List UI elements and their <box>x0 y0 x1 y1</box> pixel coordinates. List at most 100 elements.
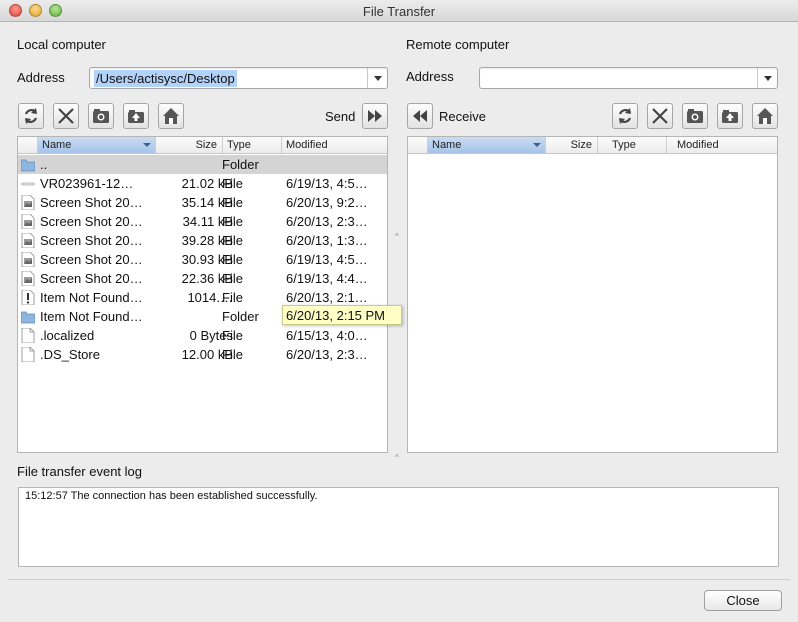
remote-list-header: Name Size Type Modified <box>408 137 777 154</box>
local-name-column-header[interactable]: Name <box>38 137 156 153</box>
remote-address-value[interactable] <box>484 70 488 87</box>
file-type: File <box>222 195 243 210</box>
footer-divider <box>8 579 790 580</box>
file-modified: 6/20/13, 1:3… <box>286 233 368 248</box>
refresh-icon <box>24 108 38 124</box>
new-folder-icon <box>687 109 703 123</box>
file-row[interactable]: Screen Shot 20… 35.14 kB File 6/20/13, 9:2… <box>18 193 387 212</box>
file-type: Folder <box>222 309 259 324</box>
file-row[interactable]: Screen Shot 20… 39.28 kB File 6/20/13, 1:3… <box>18 231 387 250</box>
receive-arrow-icon <box>413 110 427 122</box>
file-row[interactable]: .. Folder <box>18 155 387 174</box>
modified-tooltip: 6/20/13, 2:15 PM <box>282 305 402 325</box>
local-file-list[interactable]: Name Size Type Modified .. Folder VR023961… <box>17 136 388 453</box>
local-modified-column-header[interactable]: Modified <box>282 137 387 153</box>
file-row[interactable]: Screen Shot 20… 30.93 kB File 6/19/13, 4:5… <box>18 250 387 269</box>
folder-up-icon <box>128 110 144 123</box>
remote-size-column-header[interactable]: Size <box>546 137 598 153</box>
file-type: Folder <box>222 157 259 172</box>
file-name: .localized <box>40 328 95 343</box>
document-icon <box>21 346 35 363</box>
local-list-header: Name Size Type Modified <box>18 137 387 154</box>
file-name: Screen Shot 20… <box>40 214 143 229</box>
local-refresh-button[interactable] <box>18 103 44 129</box>
event-log[interactable]: 15:12:57 The connection has been establi… <box>18 487 779 567</box>
splitter-handle-bottom[interactable]: ^ <box>395 454 401 462</box>
file-name: Item Not Found… <box>40 309 143 324</box>
blank-file-icon <box>21 176 35 191</box>
receive-label: Receive <box>439 109 486 124</box>
local-delete-button[interactable] <box>53 103 79 129</box>
file-modified: 6/20/13, 9:2… <box>286 195 368 210</box>
refresh-icon <box>618 108 632 124</box>
file-type: File <box>222 176 243 191</box>
local-new-folder-button[interactable] <box>88 103 114 129</box>
file-row[interactable]: .localized 0 Bytes File 6/15/13, 4:0… <box>18 326 387 345</box>
file-row[interactable]: Screen Shot 20… 34.11 kB File 6/20/13, 2:3… <box>18 212 387 231</box>
file-modified: 6/19/13, 4:5… <box>286 252 368 267</box>
remote-type-column-header[interactable]: Type <box>608 137 667 153</box>
window-title: File Transfer <box>362 4 436 19</box>
document-icon <box>21 327 35 344</box>
remote-address-combo[interactable] <box>479 67 778 89</box>
delete-x-icon <box>58 108 74 124</box>
image-file-icon <box>21 270 35 287</box>
file-modified: 6/15/13, 4:0… <box>286 328 368 343</box>
remote-modified-column-header[interactable]: Modified <box>673 137 777 153</box>
alias-file-icon <box>21 289 35 306</box>
folder-up-icon <box>722 110 738 123</box>
local-address-combo[interactable]: /Users/actisysc/Desktop <box>89 67 388 89</box>
local-home-button[interactable] <box>158 103 184 129</box>
local-parent-folder-button[interactable] <box>123 103 149 129</box>
send-label: Send <box>325 109 356 124</box>
file-type: File <box>222 347 243 362</box>
remote-new-folder-button[interactable] <box>682 103 708 129</box>
file-modified: 6/19/13, 4:5… <box>286 176 368 191</box>
image-file-icon <box>21 194 35 211</box>
splitter-handle-top[interactable]: ^ <box>395 233 401 241</box>
remote-delete-button[interactable] <box>647 103 673 129</box>
file-type: File <box>222 328 243 343</box>
file-modified: 6/19/13, 4:4… <box>286 271 368 286</box>
home-icon <box>163 108 179 124</box>
file-modified: 6/20/13, 2:3… <box>286 347 368 362</box>
icon-column-header[interactable] <box>18 137 38 153</box>
image-file-icon <box>21 232 35 249</box>
receive-button[interactable] <box>407 103 433 129</box>
icon-column-header[interactable] <box>408 137 428 153</box>
chevron-down-icon[interactable] <box>367 68 387 88</box>
file-row[interactable]: VR023961-12… 21.02 kB File 6/19/13, 4:5… <box>18 174 387 193</box>
remote-file-list[interactable]: Name Size Type Modified <box>407 136 778 453</box>
log-entry: 15:12:57 The connection has been establi… <box>25 490 318 502</box>
remote-refresh-button[interactable] <box>612 103 638 129</box>
local-computer-heading: Local computer <box>17 37 106 52</box>
file-row[interactable]: Screen Shot 20… 22.36 kB File 6/19/13, 4:4… <box>18 269 387 288</box>
local-address-value[interactable]: /Users/actisysc/Desktop <box>94 70 237 87</box>
image-file-icon <box>21 213 35 230</box>
file-name: Screen Shot 20… <box>40 195 143 210</box>
send-button[interactable] <box>362 103 388 129</box>
file-name: .. <box>40 157 48 172</box>
remote-address-label: Address <box>406 69 454 84</box>
remote-computer-heading: Remote computer <box>406 37 510 52</box>
new-folder-icon <box>93 109 109 123</box>
file-name: .DS_Store <box>40 347 100 362</box>
remote-parent-folder-button[interactable] <box>717 103 743 129</box>
local-size-column-header[interactable]: Size <box>156 137 223 153</box>
remote-home-button[interactable] <box>752 103 778 129</box>
file-name: Item Not Found… <box>40 290 143 305</box>
remote-name-column-header[interactable]: Name <box>428 137 546 153</box>
local-address-label: Address <box>17 70 65 85</box>
close-button[interactable]: Close <box>704 590 782 611</box>
file-name: Screen Shot 20… <box>40 271 143 286</box>
file-name: VR023961-12… <box>40 176 134 191</box>
local-type-column-header[interactable]: Type <box>223 137 282 153</box>
file-modified: 6/20/13, 2:3… <box>286 214 368 229</box>
folder-icon <box>20 309 36 324</box>
file-type: File <box>222 233 243 248</box>
event-log-heading: File transfer event log <box>17 464 143 479</box>
chevron-down-icon[interactable] <box>757 68 777 88</box>
file-type: File <box>222 252 243 267</box>
file-type: File <box>222 214 243 229</box>
file-row[interactable]: .DS_Store 12.00 kB File 6/20/13, 2:3… <box>18 345 387 364</box>
